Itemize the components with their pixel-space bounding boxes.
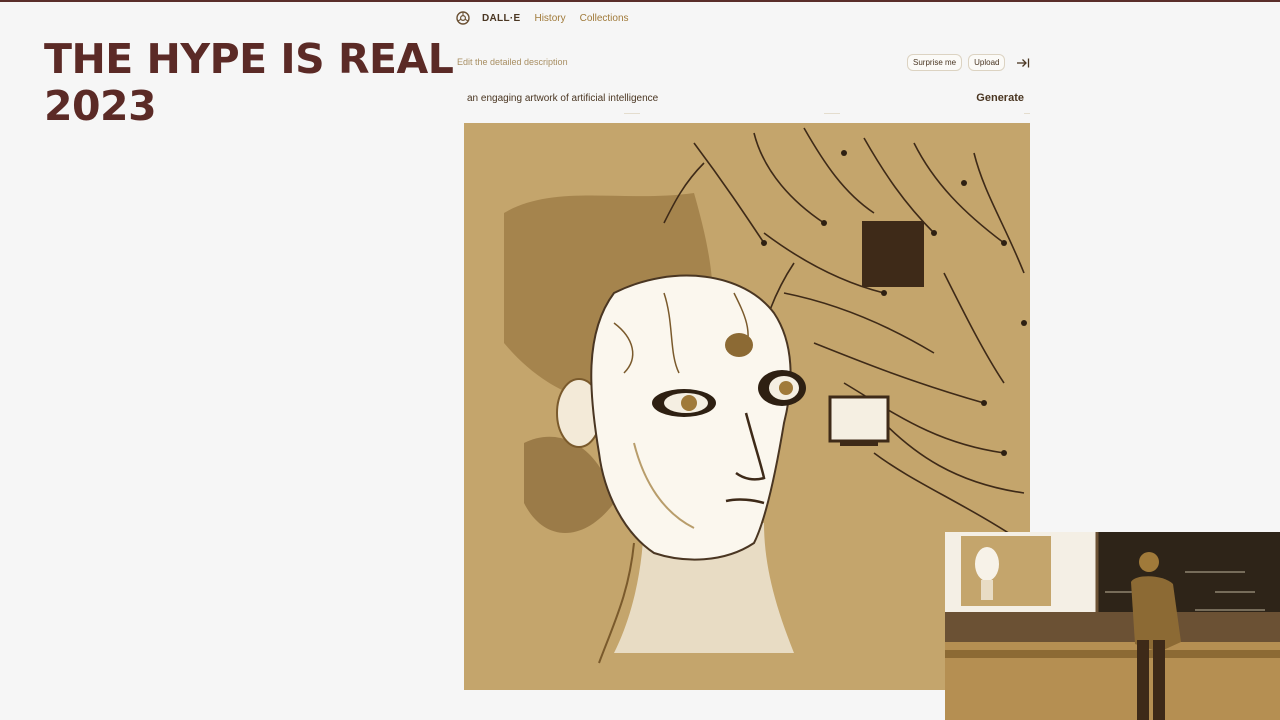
prompt-input[interactable]: an engaging artwork of artificial intell… (464, 85, 1030, 111)
dalle-nav-bar: DALL·E History Collections (456, 9, 629, 27)
prompt-actions: Surprise me Upload (907, 54, 1031, 71)
webcam-scene (945, 532, 1280, 720)
prompt-underline (464, 113, 1030, 114)
dalle-logo-icon[interactable] (456, 11, 470, 25)
generate-button[interactable]: Generate (976, 92, 1030, 104)
prompt-input-text[interactable]: an engaging artwork of artificial intell… (464, 93, 658, 104)
dalle-brand[interactable]: DALL·E (482, 13, 520, 24)
slide-title: THE HYPE IS REAL 2023 (44, 35, 454, 130)
upload-button[interactable]: Upload (968, 54, 1006, 71)
slide-title-line-1: THE HYPE IS REAL (44, 35, 454, 83)
webcam-video-inset (945, 532, 1280, 720)
prompt-hint: Edit the detailed description (457, 57, 568, 67)
nav-collections[interactable]: Collections (580, 13, 629, 24)
nav-history[interactable]: History (534, 13, 565, 24)
collapse-sidebar-icon[interactable] (1015, 55, 1031, 71)
surprise-me-button[interactable]: Surprise me (907, 54, 963, 71)
slide-title-line-2: 2023 (44, 82, 157, 130)
top-rule (0, 0, 1280, 2)
